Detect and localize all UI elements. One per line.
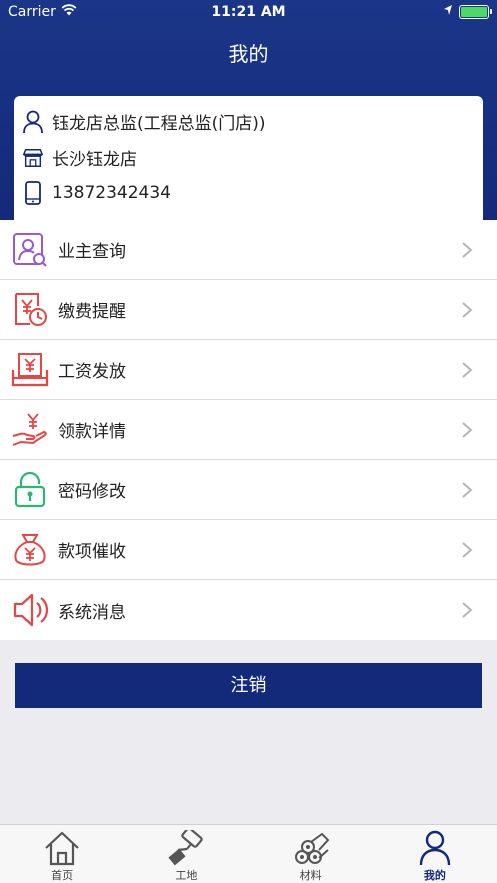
status-time: 11:21 AM — [211, 4, 286, 20]
menu-label: 工资发放 — [58, 362, 126, 382]
tab-label: 材料 — [299, 869, 322, 882]
owner-search-icon — [11, 231, 49, 269]
money-bag-icon — [11, 531, 49, 569]
logout-button[interactable]: 注销 — [15, 663, 482, 708]
tab-home[interactable]: 首页 — [0, 825, 124, 883]
phone-icon — [22, 181, 44, 205]
profile-store: 长沙钰龙店 — [52, 150, 137, 170]
menu-item-system-messages[interactable]: 系统消息 — [0, 580, 497, 640]
menu-item-collection[interactable]: 款项催收 — [0, 520, 497, 580]
store-icon — [22, 146, 44, 170]
menu-item-salary[interactable]: 工资发放 — [0, 340, 497, 400]
location-icon — [443, 4, 453, 20]
menu-label: 密码修改 — [58, 482, 126, 502]
menu-item-owner-search[interactable]: 业主查询 — [0, 220, 497, 280]
menu-item-receive-details[interactable]: 领款详情 — [0, 400, 497, 460]
profile-role: 钰龙店总监(工程总监(门店)) — [52, 114, 266, 134]
chevron-right-icon — [461, 301, 473, 319]
menu-label: 系统消息 — [58, 602, 126, 623]
page-title: 我的 — [228, 42, 269, 66]
chevron-right-icon — [461, 541, 473, 559]
tab-bar: 首页 工地 材料 我的 — [0, 824, 497, 883]
menu-item-change-password[interactable]: 密码修改 — [0, 460, 497, 520]
person-icon — [415, 829, 455, 867]
profile-phone: 13872342434 — [52, 183, 171, 203]
speaker-icon — [11, 591, 49, 629]
user-icon — [22, 110, 44, 134]
salary-icon — [11, 351, 49, 389]
tab-label: 首页 — [51, 869, 74, 882]
roller-icon — [166, 829, 206, 867]
profile-role-row: 钰龙店总监(工程总监(门店)) — [22, 109, 266, 134]
menu-label: 业主查询 — [58, 242, 126, 262]
menu-label: 领款详情 — [58, 422, 126, 442]
receive-money-icon — [11, 411, 49, 449]
payment-reminder-icon — [11, 291, 49, 329]
battery-icon — [459, 5, 492, 19]
lock-icon — [11, 471, 49, 509]
menu-item-payment-reminder[interactable]: 缴费提醒 — [0, 280, 497, 340]
home-icon — [42, 829, 82, 867]
chevron-right-icon — [461, 241, 473, 259]
chevron-right-icon — [461, 601, 473, 619]
chevron-right-icon — [461, 361, 473, 379]
menu-list: 业主查询 缴费提醒 工资发放 领款详情 密码修改 款项催收 系统消息 — [0, 220, 497, 640]
menu-label: 缴费提醒 — [58, 302, 126, 322]
status-right — [443, 4, 492, 20]
status-bar: Carrier 11:21 AM — [0, 0, 497, 26]
profile-card: 钰龙店总监(工程总监(门店)) 长沙钰龙店 13872342434 — [14, 96, 483, 226]
tab-site[interactable]: 工地 — [124, 825, 248, 883]
profile-store-row: 长沙钰龙店 — [22, 145, 137, 170]
chevron-right-icon — [461, 481, 473, 499]
tab-label: 我的 — [423, 869, 446, 882]
tab-mine[interactable]: 我的 — [373, 825, 497, 883]
tab-label: 工地 — [175, 869, 198, 882]
profile-phone-row: 13872342434 — [22, 181, 171, 205]
tab-materials[interactable]: 材料 — [249, 825, 373, 883]
menu-label: 款项催收 — [58, 542, 126, 562]
materials-icon — [291, 829, 331, 867]
chevron-right-icon — [461, 421, 473, 439]
